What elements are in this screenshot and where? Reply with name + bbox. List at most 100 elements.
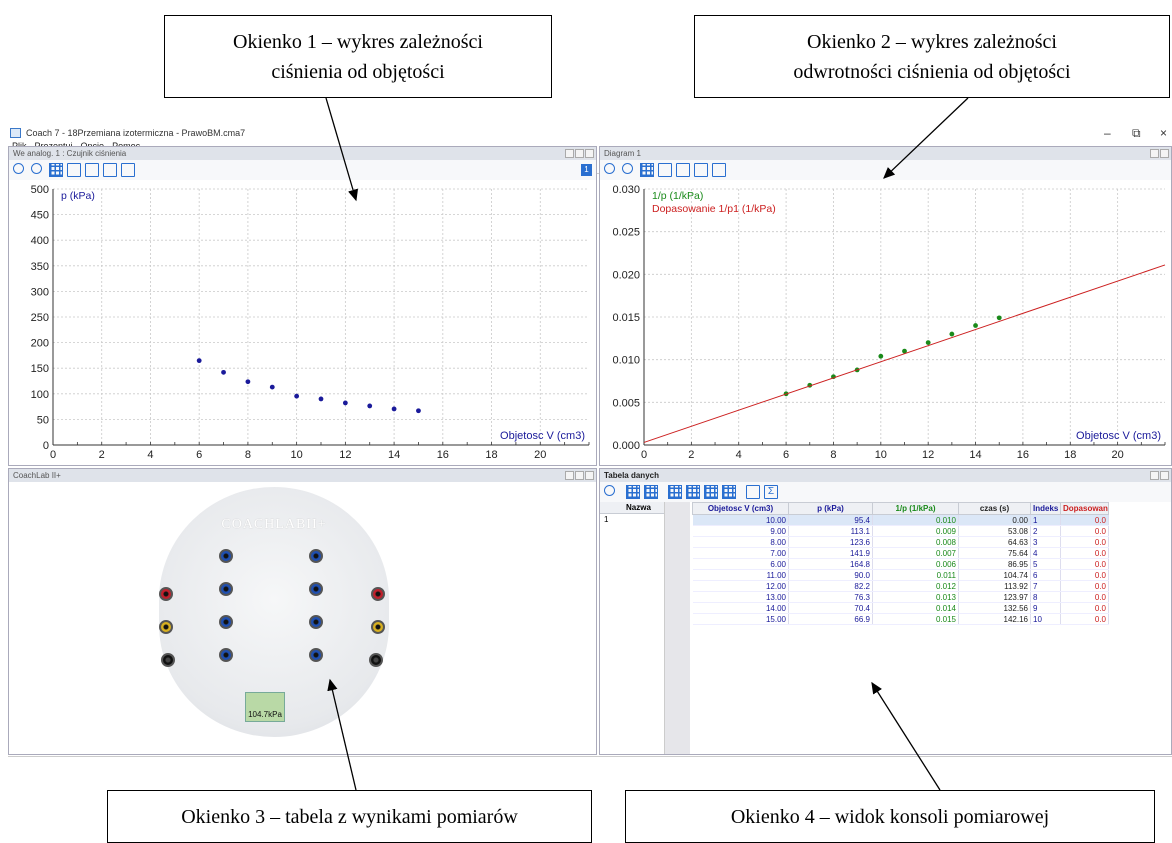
- table-grid-4-icon[interactable]: [722, 485, 736, 499]
- column-header[interactable]: p (kPa): [788, 502, 873, 515]
- table-cell[interactable]: 14.00: [692, 602, 789, 614]
- remove-column-icon[interactable]: [644, 485, 658, 499]
- table-cell[interactable]: 5: [1030, 558, 1061, 570]
- table-row[interactable]: 6.00 164.8 0.006 86.95 5 0.0: [692, 558, 1109, 570]
- table-cell[interactable]: 70.4: [788, 602, 873, 614]
- table-cell[interactable]: 3: [1030, 536, 1061, 548]
- table-row[interactable]: 10.00 95.4 0.010 0.00 1 0.0: [692, 514, 1109, 526]
- table-cell[interactable]: 0.0: [1060, 525, 1109, 537]
- table-grid-icon[interactable]: [668, 485, 682, 499]
- table-row[interactable]: 8.00 123.6 0.008 64.63 3 0.0: [692, 536, 1109, 548]
- table-cell[interactable]: 15.00: [692, 613, 789, 625]
- table-grid-2-icon[interactable]: [686, 485, 700, 499]
- zoom-out-icon[interactable]: [31, 163, 42, 174]
- jack-b-left[interactable]: [219, 615, 233, 629]
- grid-icon[interactable]: [640, 163, 654, 177]
- table-cell[interactable]: 0.007: [872, 547, 959, 559]
- maximize-icon[interactable]: [575, 471, 584, 480]
- chart-icon[interactable]: [746, 485, 760, 499]
- table-grid-3-icon[interactable]: [704, 485, 718, 499]
- table-cell[interactable]: 4: [1030, 547, 1061, 559]
- zoom-icon[interactable]: [604, 485, 615, 496]
- table-cell[interactable]: 0.009: [872, 525, 959, 537]
- table-cell[interactable]: 0.0: [1060, 580, 1109, 592]
- grid-icon[interactable]: [49, 163, 63, 177]
- table-cell[interactable]: 10: [1030, 613, 1061, 625]
- table-cell[interactable]: 142.16: [958, 613, 1031, 625]
- column-header[interactable]: Objetosc V (cm3): [692, 502, 789, 515]
- zoom-out-icon[interactable]: [622, 163, 633, 174]
- analysis-icon[interactable]: [103, 163, 117, 177]
- table-cell[interactable]: 13.00: [692, 591, 789, 603]
- table-cell[interactable]: 0.0: [1060, 558, 1109, 570]
- table-cell[interactable]: 11.00: [692, 569, 789, 581]
- column-header[interactable]: Dopasowanie 1/p1 (1/kPa): [1060, 502, 1109, 515]
- table-cell[interactable]: 75.64: [958, 547, 1031, 559]
- column-header[interactable]: Indeks: [1030, 502, 1061, 515]
- table-cell[interactable]: 6.00: [692, 558, 789, 570]
- table-cell[interactable]: 123.6: [788, 536, 873, 548]
- toolbox-icon[interactable]: [121, 163, 135, 177]
- table-cell[interactable]: 10.00: [692, 514, 789, 526]
- table-cell[interactable]: 0.015: [872, 613, 959, 625]
- table-cell[interactable]: 8: [1030, 591, 1061, 603]
- table-cell[interactable]: 9: [1030, 602, 1061, 614]
- pressure-sensor-indicator[interactable]: 104.7kPa: [245, 692, 285, 722]
- table-cell[interactable]: 113.1: [788, 525, 873, 537]
- table-cell[interactable]: 0.012: [872, 580, 959, 592]
- table-row[interactable]: 15.00 66.9 0.015 142.16 10 0.0: [692, 613, 1109, 625]
- autoscale-icon[interactable]: [658, 163, 672, 177]
- pin-icon[interactable]: [1150, 149, 1159, 158]
- close-button[interactable]: ×: [1160, 126, 1167, 140]
- table-row[interactable]: 13.00 76.3 0.013 123.97 8 0.0: [692, 591, 1109, 603]
- table-cell[interactable]: 0.006: [872, 558, 959, 570]
- column-header[interactable]: czas (s): [958, 502, 1031, 515]
- table-scroll-gutter[interactable]: [664, 502, 690, 754]
- analysis-icon[interactable]: [694, 163, 708, 177]
- close-icon[interactable]: [585, 149, 594, 158]
- maximize-icon[interactable]: [1160, 471, 1169, 480]
- table-cell[interactable]: 82.2: [788, 580, 873, 592]
- jack-5v-left[interactable]: [159, 587, 173, 601]
- table-cell[interactable]: 2: [1030, 525, 1061, 537]
- jack-input-1[interactable]: [159, 620, 173, 634]
- jack-a-left[interactable]: [219, 648, 233, 662]
- table-cell[interactable]: 0.0: [1060, 591, 1109, 603]
- table-row[interactable]: 9.00 113.1 0.009 53.08 2 0.0: [692, 525, 1109, 537]
- close-icon[interactable]: [585, 471, 594, 480]
- table-cell[interactable]: 0.010: [872, 514, 959, 526]
- table-cell[interactable]: 86.95: [958, 558, 1031, 570]
- column-header[interactable]: 1/p (1/kPa): [872, 502, 959, 515]
- jack-ground-left[interactable]: [161, 653, 175, 667]
- pin-icon[interactable]: [1150, 471, 1159, 480]
- zoom-in-icon[interactable]: [604, 163, 615, 174]
- jack-d-right[interactable]: [309, 549, 323, 563]
- maximize-icon[interactable]: [575, 149, 584, 158]
- table-cell[interactable]: 76.3: [788, 591, 873, 603]
- autoscale-icon[interactable]: [67, 163, 81, 177]
- table-cell[interactable]: 164.8: [788, 558, 873, 570]
- table-cell[interactable]: 104.74: [958, 569, 1031, 581]
- table-cell[interactable]: 90.0: [788, 569, 873, 581]
- jack-d-left[interactable]: [219, 549, 233, 563]
- table-row[interactable]: 12.00 82.2 0.012 113.92 7 0.0: [692, 580, 1109, 592]
- table-cell[interactable]: 0.0: [1060, 547, 1109, 559]
- table-cell[interactable]: 7.00: [692, 547, 789, 559]
- jack-a-right[interactable]: [309, 648, 323, 662]
- table-cell[interactable]: 113.92: [958, 580, 1031, 592]
- table-cell[interactable]: 9.00: [692, 525, 789, 537]
- add-column-icon[interactable]: [626, 485, 640, 499]
- table-cell[interactable]: 66.9: [788, 613, 873, 625]
- toolbox-icon[interactable]: [712, 163, 726, 177]
- table-row[interactable]: 14.00 70.4 0.014 132.56 9 0.0: [692, 602, 1109, 614]
- table-cell[interactable]: 0.0: [1060, 602, 1109, 614]
- table-cell[interactable]: 0.0: [1060, 613, 1109, 625]
- jack-c-right[interactable]: [309, 582, 323, 596]
- table-cell[interactable]: 0.008: [872, 536, 959, 548]
- pin-icon[interactable]: [565, 149, 574, 158]
- table-row[interactable]: 11.00 90.0 0.011 104.74 6 0.0: [692, 569, 1109, 581]
- table-cell[interactable]: 0.013: [872, 591, 959, 603]
- table-cell[interactable]: 132.56: [958, 602, 1031, 614]
- jack-input-2[interactable]: [371, 620, 385, 634]
- table-cell[interactable]: 141.9: [788, 547, 873, 559]
